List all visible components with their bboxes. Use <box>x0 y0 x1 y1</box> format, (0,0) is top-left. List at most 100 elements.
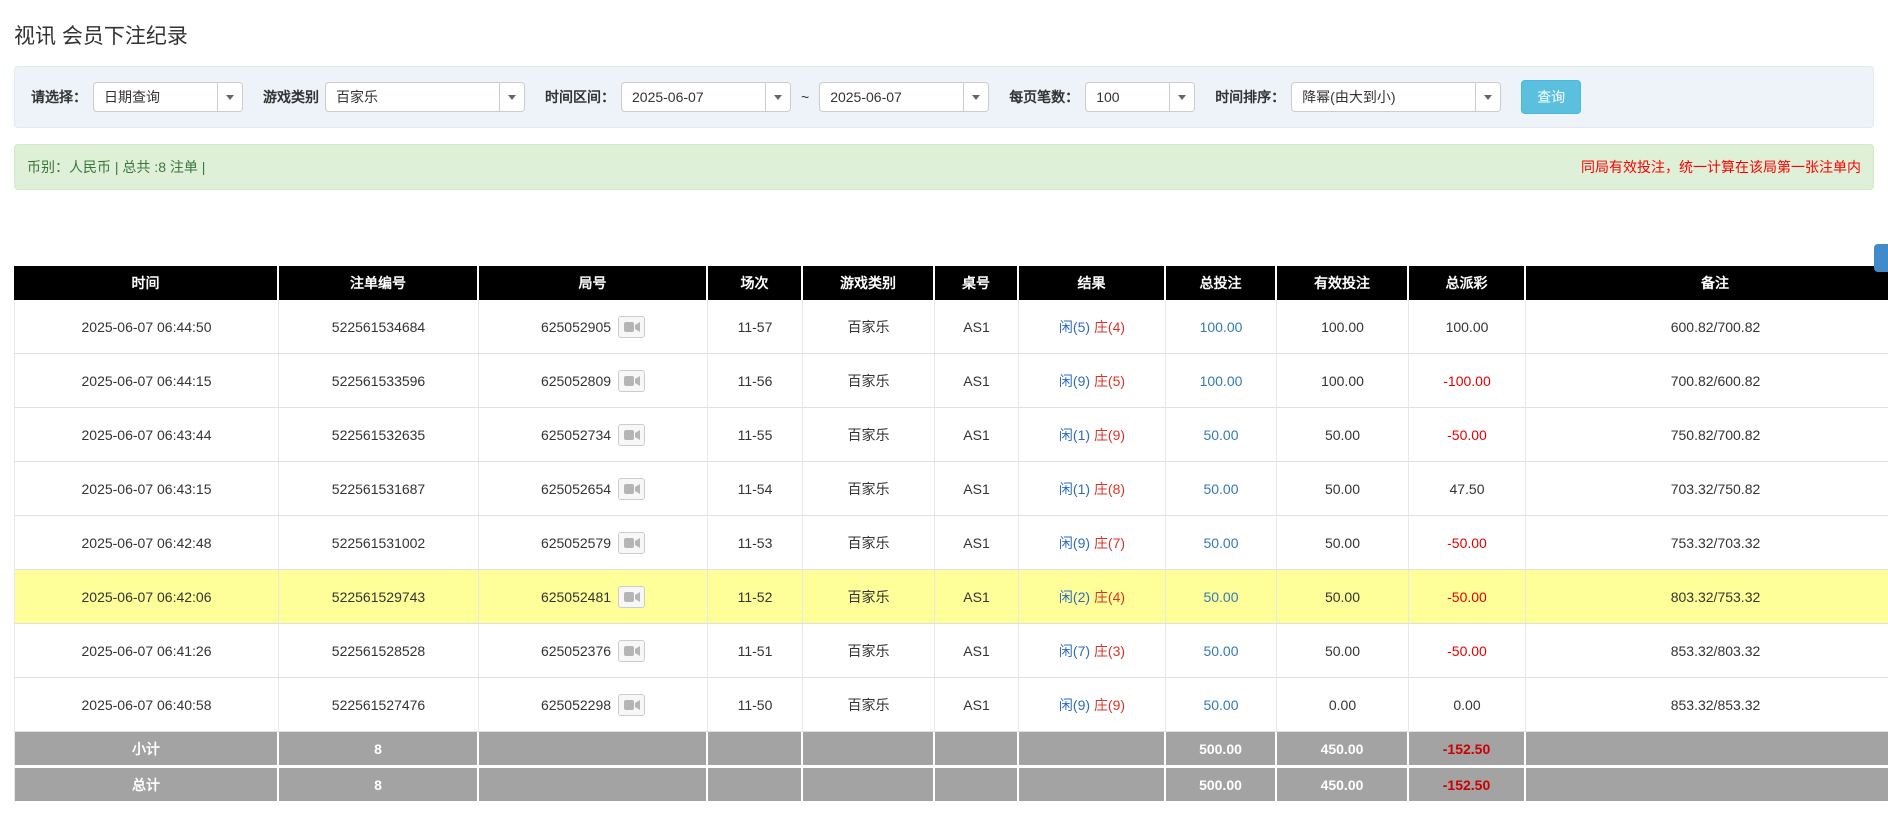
total-bet-link[interactable]: 50.00 <box>1203 697 1238 713</box>
total-payout: -152.50 <box>1409 768 1526 804</box>
video-replay-button[interactable] <box>618 370 645 392</box>
cell-payout: 0.00 <box>1409 678 1526 732</box>
result-banker: 庄(8) <box>1094 481 1125 497</box>
result-player: 闲(5) <box>1059 319 1090 335</box>
video-replay-button[interactable] <box>618 640 645 662</box>
chevron-down-icon[interactable] <box>963 83 988 111</box>
cell-time: 2025-06-07 06:40:58 <box>14 678 279 732</box>
cell-bet-id: 522561528528 <box>279 624 479 678</box>
sort-order-select[interactable]: 降幂(由大到小) <box>1291 82 1501 112</box>
cell-game-type: 百家乐 <box>803 462 935 516</box>
subtotal-payout: -152.50 <box>1409 732 1526 768</box>
cell-total-bet: 50.00 <box>1166 516 1277 570</box>
cell-total-bet: 50.00 <box>1166 570 1277 624</box>
total-bet-link[interactable]: 50.00 <box>1203 481 1238 497</box>
cell-payout: 47.50 <box>1409 462 1526 516</box>
cell-bet-id: 522561532635 <box>279 408 479 462</box>
result-banker: 庄(4) <box>1094 319 1125 335</box>
total-bet-link[interactable]: 50.00 <box>1203 535 1238 551</box>
empty-cell <box>1526 768 1888 804</box>
cell-round: 625052905 <box>479 300 708 354</box>
cell-session: 11-54 <box>708 462 803 516</box>
header-table-no: 桌号 <box>935 266 1019 300</box>
total-bet-link[interactable]: 100.00 <box>1200 319 1243 335</box>
empty-cell <box>1019 732 1166 768</box>
cell-bet-id: 522561529743 <box>279 570 479 624</box>
cell-time: 2025-06-07 06:44:15 <box>14 354 279 408</box>
total-bet-link[interactable]: 50.00 <box>1203 427 1238 443</box>
result-player: 闲(7) <box>1059 643 1090 659</box>
video-camera-icon <box>624 321 640 333</box>
cell-bet-id: 522561531002 <box>279 516 479 570</box>
result-banker: 庄(5) <box>1094 373 1125 389</box>
page-title: 视讯 会员下注纪录 <box>14 20 1888 50</box>
chevron-down-icon[interactable] <box>765 83 790 111</box>
page-size-select[interactable]: 100 <box>1085 82 1195 112</box>
header-bet-id: 注单编号 <box>279 266 479 300</box>
video-replay-button[interactable] <box>618 478 645 500</box>
time-range-label: 时间区间： <box>545 87 615 107</box>
total-count: 8 <box>279 768 479 804</box>
round-number: 625052481 <box>541 589 611 605</box>
bet-records-table: 时间 注单编号 局号 场次 游戏类别 桌号 结果 总投注 有效投注 总派彩 备注… <box>14 266 1888 804</box>
query-type-select[interactable]: 日期查询 <box>93 82 243 112</box>
game-type-select[interactable]: 百家乐 <box>325 82 525 112</box>
video-replay-button[interactable] <box>618 694 645 716</box>
video-camera-icon <box>624 537 640 549</box>
cell-note: 750.82/700.82 <box>1526 408 1888 462</box>
cell-total-bet: 50.00 <box>1166 408 1277 462</box>
total-bet-link[interactable]: 50.00 <box>1203 589 1238 605</box>
cell-time: 2025-06-07 06:44:50 <box>14 300 279 354</box>
cell-time: 2025-06-07 06:43:44 <box>14 408 279 462</box>
cell-valid-bet: 50.00 <box>1277 624 1409 678</box>
cell-result: 闲(9) 庄(5) <box>1019 354 1166 408</box>
total-bet-link[interactable]: 100.00 <box>1200 373 1243 389</box>
cell-table-no: AS1 <box>935 408 1019 462</box>
video-replay-button[interactable] <box>618 424 645 446</box>
chevron-down-icon[interactable] <box>217 83 242 111</box>
chevron-down-icon[interactable] <box>1475 83 1500 111</box>
cell-game-type: 百家乐 <box>803 300 935 354</box>
query-type-label: 请选择： <box>31 87 87 107</box>
header-note: 备注 <box>1526 266 1888 300</box>
page-root: 视讯 会员下注纪录 请选择： 日期查询 游戏类别 百家乐 时间区间： 2025-… <box>0 20 1888 804</box>
chevron-down-icon[interactable] <box>499 83 524 111</box>
cell-total-bet: 50.00 <box>1166 678 1277 732</box>
cell-result: 闲(9) 庄(9) <box>1019 678 1166 732</box>
date-from-select[interactable]: 2025-06-07 <box>621 82 791 112</box>
video-camera-icon <box>624 591 640 603</box>
table-header-row: 时间 注单编号 局号 场次 游戏类别 桌号 结果 总投注 有效投注 总派彩 备注 <box>14 266 1888 300</box>
search-button[interactable]: 查询 <box>1521 80 1581 114</box>
cell-game-type: 百家乐 <box>803 354 935 408</box>
cell-time: 2025-06-07 06:42:48 <box>14 516 279 570</box>
cell-session: 11-52 <box>708 570 803 624</box>
subtotal-total-bet: 500.00 <box>1166 732 1277 768</box>
cell-table-no: AS1 <box>935 354 1019 408</box>
cell-table-no: AS1 <box>935 300 1019 354</box>
result-player: 闲(1) <box>1059 481 1090 497</box>
cell-valid-bet: 0.00 <box>1277 678 1409 732</box>
cell-round: 625052579 <box>479 516 708 570</box>
cell-note: 700.82/600.82 <box>1526 354 1888 408</box>
round-number: 625052298 <box>541 697 611 713</box>
summary-text: 币别：人民币 | 总共 :8 注单 | <box>27 157 205 177</box>
cell-bet-id: 522561531687 <box>279 462 479 516</box>
cell-total-bet: 50.00 <box>1166 624 1277 678</box>
video-replay-button[interactable] <box>618 586 645 608</box>
result-player: 闲(9) <box>1059 697 1090 713</box>
cell-bet-id: 522561534684 <box>279 300 479 354</box>
chevron-down-icon[interactable] <box>1169 83 1194 111</box>
total-row: 总计 8 500.00 450.00 -152.50 <box>14 768 1888 804</box>
cell-result: 闲(5) 庄(4) <box>1019 300 1166 354</box>
total-bet-link[interactable]: 50.00 <box>1203 643 1238 659</box>
video-replay-button[interactable] <box>618 316 645 338</box>
video-replay-button[interactable] <box>618 532 645 554</box>
cell-note: 600.82/700.82 <box>1526 300 1888 354</box>
cell-total-bet: 100.00 <box>1166 300 1277 354</box>
date-to-select[interactable]: 2025-06-07 <box>819 82 989 112</box>
cell-note: 703.32/750.82 <box>1526 462 1888 516</box>
edge-action-button[interactable] <box>1874 244 1888 272</box>
table-row: 2025-06-07 06:41:26 522561528528 6250523… <box>14 624 1888 678</box>
header-round: 局号 <box>479 266 708 300</box>
cell-note: 853.32/803.32 <box>1526 624 1888 678</box>
